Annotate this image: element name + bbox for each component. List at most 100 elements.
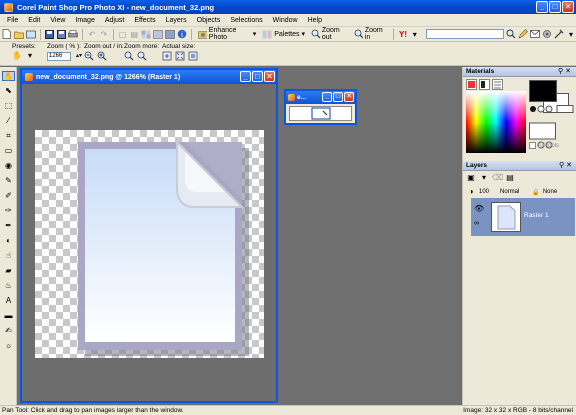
enhance-photo-menu[interactable]: Enhance Photo ▾ [196, 27, 258, 41]
flood-fill-icon[interactable]: ♨ [2, 281, 15, 291]
makeover-tool-icon[interactable]: ✎ [2, 176, 15, 186]
crop-tool-icon[interactable]: ⌗ [2, 131, 15, 141]
pan-tool-icon[interactable]: ✋ [2, 71, 15, 81]
save-icon[interactable] [45, 29, 55, 40]
minimize-button[interactable]: _ [240, 71, 251, 82]
menu-view[interactable]: View [45, 17, 70, 24]
spinner-arrows-icon[interactable]: ▴▾ [74, 51, 84, 61]
overview-thumbnail[interactable] [289, 106, 352, 121]
close-button[interactable]: ✕ [264, 71, 275, 82]
overview-window[interactable]: e... _ □ ✕ [284, 89, 357, 125]
chevron-down-icon[interactable]: ▾ [25, 51, 35, 61]
dodge-tool-icon[interactable]: ◐ [2, 236, 15, 246]
selection-tool-icon[interactable]: ⬚ [2, 101, 15, 111]
pen-tool-icon[interactable]: ✍ [2, 326, 15, 336]
paste-icon[interactable]: ▤ [129, 29, 139, 40]
open-folder-icon[interactable] [13, 29, 24, 40]
menu-objects[interactable]: Objects [192, 17, 226, 24]
fit-image-icon[interactable] [188, 51, 198, 61]
menu-help[interactable]: Help [303, 17, 327, 24]
image-grid-icon[interactable] [141, 29, 151, 40]
menu-selections[interactable]: Selections [225, 17, 267, 24]
save-as-icon[interactable] [56, 29, 66, 40]
blend-mode-value[interactable]: Normal [500, 189, 519, 195]
palettes-menu[interactable]: Palettes ▾ [260, 30, 307, 39]
maximize-button[interactable]: □ [549, 1, 561, 13]
foreground-color-swatch[interactable] [529, 80, 557, 102]
new-file-icon[interactable] [2, 29, 12, 40]
all-tools-checkbox-row[interactable]: All tools [529, 142, 559, 149]
mail-icon[interactable] [530, 29, 541, 40]
search-go-icon[interactable] [506, 29, 516, 40]
undo-icon[interactable]: ↶ [87, 29, 97, 40]
all-tools-checkbox[interactable] [529, 142, 536, 149]
image-grid-2-icon[interactable] [153, 29, 163, 40]
close-button[interactable]: ✕ [562, 1, 574, 13]
close-button[interactable]: ✕ [344, 92, 354, 102]
maximize-button[interactable]: □ [252, 71, 263, 82]
zoom-more-out-icon[interactable] [124, 51, 134, 61]
menu-layers[interactable]: Layers [161, 17, 192, 24]
image-document-window[interactable]: new_document_32.png @ 1266% (Raster 1) _… [20, 68, 278, 403]
browse-icon[interactable] [25, 29, 36, 40]
text-tool-icon[interactable]: A [2, 296, 15, 306]
info-icon[interactable]: i [177, 29, 187, 40]
shape-tool-icon[interactable]: ▬ [2, 311, 15, 321]
layers-palette-header[interactable]: Layers ⚲✕ [463, 161, 576, 171]
menu-image[interactable]: Image [70, 17, 99, 24]
lock-icon[interactable]: 🔒 [532, 189, 539, 196]
clone-brush-icon[interactable]: ✐ [2, 191, 15, 201]
eraser-tool-icon[interactable]: ▰ [2, 266, 15, 276]
zoom-in-icon[interactable] [97, 51, 107, 61]
zoom-out-icon[interactable] [84, 51, 94, 61]
menu-edit[interactable]: Edit [23, 17, 45, 24]
gear-icon[interactable] [542, 29, 552, 40]
menu-effects[interactable]: Effects [129, 17, 160, 24]
zoom-more-in-icon[interactable] [137, 51, 147, 61]
minimize-button[interactable]: _ [322, 92, 332, 102]
tools-icon[interactable] [554, 29, 564, 40]
actual-size-icon[interactable] [162, 51, 172, 61]
zoom-in-button[interactable]: Zoom in [352, 27, 389, 41]
hand-preset-icon[interactable]: ✋ [12, 51, 22, 61]
maximize-button[interactable]: □ [333, 92, 343, 102]
eye-visibility-icon[interactable]: 👁 [474, 204, 484, 213]
dropper-tool-icon[interactable]: ⁄ [2, 116, 15, 126]
smudge-tool-icon[interactable]: ☝ [2, 251, 15, 261]
menu-window[interactable]: Window [268, 17, 303, 24]
materials-palette-header[interactable]: Materials ⚲✕ [463, 67, 576, 77]
zoom-out-button[interactable]: Zoom out [309, 27, 350, 41]
sharpen-icon[interactable] [165, 29, 175, 40]
pick-tool-icon[interactable]: ⬉ [2, 86, 15, 96]
material-tabs[interactable] [466, 79, 514, 90]
search-input[interactable] [425, 29, 505, 39]
print-icon[interactable] [68, 29, 79, 40]
palette-controls-icon[interactable]: ⚲✕ [558, 67, 573, 77]
layer-row-raster-1[interactable]: 👁 ∞ Raster 1 [471, 198, 575, 236]
color-spectrum[interactable] [466, 91, 526, 153]
fit-window-icon[interactable] [175, 51, 185, 61]
menu-file[interactable]: File [2, 17, 23, 24]
image-window-titlebar[interactable]: new_document_32.png @ 1266% (Raster 1) _… [22, 70, 276, 84]
redo-icon[interactable]: ↷ [99, 29, 109, 40]
delete-layer-icon[interactable]: ⌫ [492, 173, 503, 183]
chevron-down-icon[interactable]: ▾ [566, 29, 576, 40]
layer-opacity-value[interactable]: 100 [479, 189, 489, 195]
zoom-percent-input[interactable]: 1266 [47, 51, 71, 61]
link-icon[interactable]: ∞ [474, 220, 479, 227]
color-replacer-icon[interactable]: ✑ [2, 206, 15, 216]
overview-titlebar[interactable]: e... _ □ ✕ [286, 91, 355, 104]
layer-properties-icon[interactable]: ▤ [505, 173, 515, 183]
yahoo-icon[interactable]: Y! [398, 29, 408, 40]
new-layer-icon[interactable]: ▣ [466, 173, 476, 183]
copy-icon[interactable]: ▢ [118, 29, 128, 40]
pencil-icon[interactable] [518, 29, 529, 40]
lock-value[interactable]: None [543, 189, 557, 195]
paint-brush-icon[interactable]: ✒ [2, 221, 15, 231]
straighten-tool-icon[interactable]: ▭ [2, 146, 15, 156]
red-eye-tool-icon[interactable]: ◉ [2, 161, 15, 171]
menu-adjust[interactable]: Adjust [100, 17, 129, 24]
warp-brush-icon[interactable]: ☼ [2, 341, 15, 351]
image-canvas[interactable] [35, 130, 264, 358]
palette-controls-icon[interactable]: ⚲✕ [559, 161, 574, 171]
